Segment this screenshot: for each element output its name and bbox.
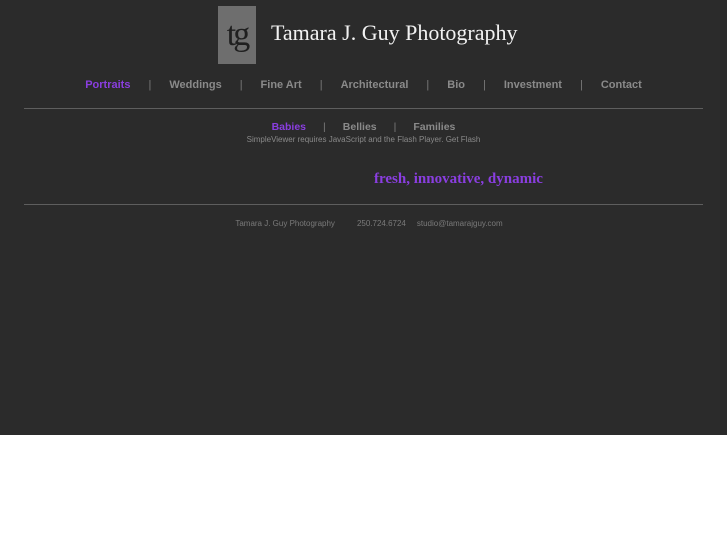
logo-text: tg (226, 16, 251, 53)
site-title[interactable]: Tamara J. Guy Photography (271, 20, 518, 46)
footer: Tamara J. Guy Photography 250.724.6724 s… (0, 219, 727, 228)
nav-portraits[interactable]: Portraits (85, 79, 130, 91)
subnav-separator: | (393, 121, 397, 133)
nav-separator: | (579, 79, 583, 91)
nav-separator: | (239, 79, 243, 91)
footer-phone: 250.724.6724 (356, 219, 406, 228)
nav-architectural[interactable]: Architectural (341, 79, 409, 91)
main-nav: Portraits | Weddings | Fine Art | Archit… (0, 79, 727, 91)
nav-weddings[interactable]: Weddings (169, 79, 221, 91)
nav-separator: | (148, 79, 152, 91)
site-header: tg Tamara J. Guy Photography (218, 6, 518, 64)
nav-bio[interactable]: Bio (447, 79, 465, 91)
sub-nav: Babies | Bellies | Families (0, 121, 727, 133)
nav-contact[interactable]: Contact (601, 79, 642, 91)
nav-fine-art[interactable]: Fine Art (261, 79, 302, 91)
nav-investment[interactable]: Investment (504, 79, 562, 91)
get-flash-link[interactable]: Get Flash (446, 135, 481, 144)
subnav-bellies[interactable]: Bellies (343, 121, 377, 133)
footer-email-link[interactable]: studio@tamarajguy.com (417, 219, 503, 228)
divider-top (24, 108, 703, 109)
subnav-separator: | (323, 121, 326, 133)
footer-name: Tamara J. Guy Photography (235, 219, 335, 228)
subnav-babies[interactable]: Babies (272, 121, 306, 133)
nav-separator: | (319, 79, 323, 91)
tagline: fresh, innovative, dynamic (374, 171, 543, 187)
subnav-families[interactable]: Families (413, 121, 455, 133)
nav-separator: | (426, 79, 430, 91)
nav-separator: | (483, 79, 486, 91)
page: tg Tamara J. Guy Photography Portraits |… (0, 0, 727, 435)
flash-notice: SimpleViewer requires JavaScript and the… (0, 135, 727, 144)
logo[interactable]: tg (218, 6, 256, 64)
divider-bottom (24, 204, 703, 205)
flash-notice-text: SimpleViewer requires JavaScript and the… (246, 135, 444, 144)
